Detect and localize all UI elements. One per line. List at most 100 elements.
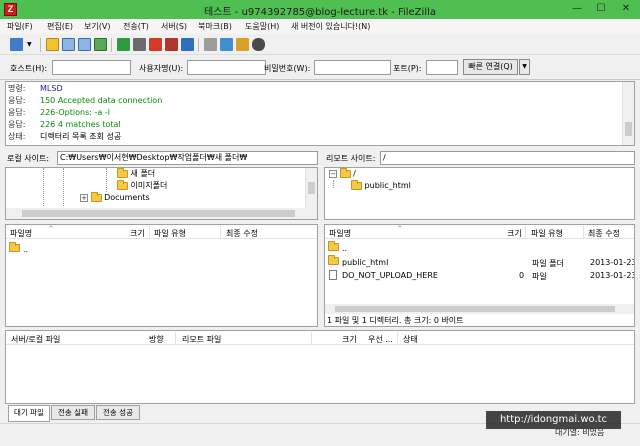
site-manager-icon[interactable] [10, 38, 23, 51]
tab-queued-files[interactable]: 대기 파일 [8, 405, 50, 422]
column-size[interactable]: 크기 [342, 334, 357, 345]
minimize-button[interactable]: — [566, 1, 588, 17]
quickconnect-button[interactable]: 빠른 연결(Q) [463, 59, 518, 75]
column-server-local-file[interactable]: 서버/로컬 파일 [11, 334, 60, 345]
file-row[interactable]: DO_NOT_UPLOAD_HERE 0 파일 2013-01-23 [328, 270, 634, 282]
folder-icon [117, 168, 128, 178]
column-filename[interactable]: 파일명 [10, 228, 32, 239]
collapse-icon[interactable]: − [329, 169, 337, 178]
host-input[interactable] [52, 60, 131, 75]
remote-list-hscrollbar[interactable] [325, 304, 634, 314]
column-status[interactable]: 상태 [403, 334, 418, 345]
column-divider [583, 226, 584, 238]
watermark-url: http://idongmai.wo.tc [486, 411, 621, 429]
log-scrollbar[interactable] [622, 82, 634, 145]
column-priority[interactable]: 우선 ... [368, 334, 393, 345]
column-modified[interactable]: 최종 수정 [588, 228, 620, 239]
menu-server[interactable]: 서버(S) [161, 21, 187, 32]
column-modified[interactable]: 최종 수정 [226, 228, 258, 239]
column-direction[interactable]: 방향 [149, 334, 164, 345]
remote-site-label: 리모트 사이트: [326, 154, 376, 163]
column-filename[interactable]: 파일명 [329, 228, 351, 239]
toggle-log-icon[interactable] [46, 38, 59, 51]
close-button[interactable]: ✕ [614, 1, 638, 17]
message-log: 명령: MLSD 응답: 150 Accepted data connection … [5, 81, 635, 146]
menu-help[interactable]: 도움말(H) [245, 21, 279, 32]
disconnect-icon[interactable] [165, 38, 178, 51]
column-divider [149, 226, 150, 238]
toolbar: ▼ [0, 35, 640, 55]
folder-icon [351, 179, 362, 190]
port-input[interactable] [426, 60, 458, 75]
menu-file[interactable]: 파일(F) [7, 21, 33, 32]
menu-edit[interactable]: 편집(E) [47, 21, 73, 32]
remote-file-list-header: 파일명 ^ 크기 파일 유형 최종 수정 [325, 225, 634, 239]
column-divider [397, 332, 398, 344]
host-label: 호스트(H): [10, 64, 48, 73]
local-file-list: 파일명 ^ 크기 파일 유형 최종 수정 .. [5, 224, 318, 327]
transfer-queue: 서버/로컬 파일 방향 리모트 파일 크기 우선 ... 상태 [5, 330, 635, 404]
log-scrollbar-thumb[interactable] [625, 122, 632, 136]
local-path-input[interactable]: C:₩Users₩이서현₩Desktop₩작업폴더₩새 폴더₩ [57, 151, 318, 165]
directory-listing-filter-icon[interactable] [204, 38, 217, 51]
folder-icon [9, 242, 20, 252]
toggle-remote-tree-icon[interactable] [78, 38, 91, 51]
window-title: 테스트 - u974392785@blog-lecture.tk - FileZ… [204, 7, 436, 18]
file-row[interactable]: .. [9, 242, 309, 256]
log-line: 응답: 226-Options: -a -l [8, 108, 110, 117]
file-row[interactable]: .. [328, 241, 633, 255]
tree-guide-line [43, 168, 44, 206]
site-manager-dropdown-icon[interactable]: ▼ [27, 38, 35, 51]
reconnect-icon[interactable] [181, 38, 194, 51]
menu-new-version[interactable]: 새 버전이 있습니다!(N) [291, 21, 370, 32]
local-tree-hscroll-thumb[interactable] [22, 210, 295, 217]
local-tree-hscrollbar[interactable] [6, 208, 317, 219]
toggle-directory-comparison-icon[interactable] [220, 38, 233, 51]
maximize-button[interactable]: ☐ [590, 1, 612, 17]
folder-icon [339, 168, 351, 178]
menu-bookmarks[interactable]: 북마크(B) [198, 21, 232, 32]
quickconnect-bar: 호스트(H): 사용자명(U): 비밀번호(W): 포트(P): 빠른 연결(Q… [0, 56, 640, 80]
column-size[interactable]: 크기 [130, 228, 145, 239]
log-line: 상태: 디렉터리 목록 조회 성공 [8, 132, 122, 141]
cancel-operation-icon[interactable] [149, 38, 162, 51]
column-type[interactable]: 파일 유형 [531, 228, 563, 239]
sort-ascending-icon: ^ [397, 225, 403, 233]
tree-item[interactable]: public_html [351, 179, 411, 193]
password-label: 비밀번호(W): [264, 64, 311, 73]
tab-failed-transfers[interactable]: 전송 실패 [51, 405, 95, 420]
column-type[interactable]: 파일 유형 [154, 228, 186, 239]
local-directory-tree: 새 폴더 이미지폴더 + Documents [5, 167, 318, 220]
local-tree-vscroll-thumb[interactable] [308, 182, 315, 194]
tree-item[interactable]: 이미지폴더 [117, 179, 167, 192]
tab-successful-transfers[interactable]: 전송 성공 [96, 405, 140, 420]
log-line: 명령: MLSD [8, 84, 63, 93]
remote-file-list: 파일명 ^ 크기 파일 유형 최종 수정 .. public_html 파일 폴… [324, 224, 635, 327]
menu-view[interactable]: 보기(V) [84, 21, 110, 32]
toggle-local-tree-icon[interactable] [62, 38, 75, 51]
file-row[interactable]: public_html 파일 폴더 2013-01-23 [328, 255, 634, 269]
tree-item[interactable]: 새 폴더 [117, 168, 155, 180]
remote-path-input[interactable]: / [380, 151, 635, 165]
quickconnect-history-dropdown[interactable]: ▼ [519, 59, 530, 75]
password-input[interactable] [314, 60, 391, 75]
toggle-queue-icon[interactable] [94, 38, 107, 51]
tree-item[interactable]: + Documents [80, 191, 150, 205]
folder-icon [328, 255, 339, 265]
local-tree-vscrollbar[interactable] [305, 168, 317, 208]
username-label: 사용자명(U): [139, 64, 184, 73]
column-size[interactable]: 크기 [507, 228, 522, 239]
synchronized-browsing-icon[interactable] [236, 38, 249, 51]
refresh-icon[interactable] [117, 38, 130, 51]
search-remote-files-icon[interactable] [252, 38, 265, 51]
menu-bar: 파일(F) 편집(E) 보기(V) 전송(T) 서버(S) 북마크(B) 도움말… [0, 19, 640, 34]
process-queue-icon[interactable] [133, 38, 146, 51]
local-file-list-header: 파일명 ^ 크기 파일 유형 최종 수정 [6, 225, 317, 239]
expand-icon[interactable]: + [80, 193, 88, 202]
username-input[interactable] [187, 60, 266, 75]
title-bar: Z 테스트 - u974392785@blog-lecture.tk - Fil… [0, 0, 640, 19]
remote-list-hscroll-thumb[interactable] [335, 306, 615, 312]
column-divider [525, 226, 526, 238]
menu-transfer[interactable]: 전송(T) [123, 21, 149, 32]
column-remote-file[interactable]: 리모트 파일 [182, 334, 221, 345]
